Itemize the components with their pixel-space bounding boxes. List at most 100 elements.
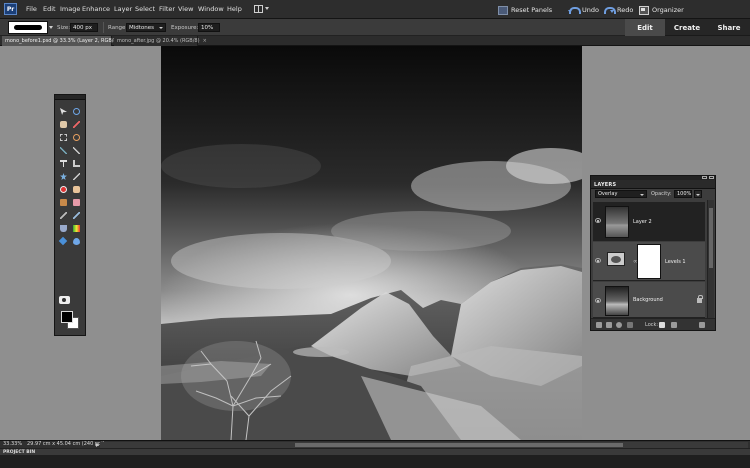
menu-enhance[interactable]: Enhance xyxy=(82,5,110,13)
brush-picker-chevron-icon[interactable] xyxy=(49,26,53,29)
project-bin-bar[interactable]: PROJECT BIN xyxy=(0,448,750,455)
menu-select[interactable]: Select xyxy=(135,5,155,13)
panel-bin-area xyxy=(0,455,750,468)
range-select[interactable]: Midtones xyxy=(126,23,166,32)
layer-row-background[interactable]: Background xyxy=(593,282,705,318)
doc-tab-label: mono_before1.psd @ 33.3% (Layer 2, RGB/8… xyxy=(5,38,123,44)
visibility-eye-icon[interactable] xyxy=(595,218,601,223)
menu-help[interactable]: Help xyxy=(227,5,242,13)
options-divider xyxy=(103,22,104,33)
arrange-layout-button[interactable] xyxy=(254,4,270,14)
layer-thumbnail xyxy=(605,206,629,238)
tool-options-bar: Size: 400 px Range: Midtones Exposure: 1… xyxy=(0,19,625,36)
smart-brush-tool-icon[interactable] xyxy=(71,210,82,221)
document-size: 29.97 cm x 45.04 cm (240 ppi) xyxy=(27,441,105,447)
layer-row-levels-1[interactable]: ∞ Levels 1 xyxy=(593,242,705,281)
organizer-button[interactable]: Organizer xyxy=(638,4,684,15)
crop-tool-icon[interactable] xyxy=(71,158,82,169)
new-layer-icon[interactable] xyxy=(596,322,602,328)
doc-tab-mono-after[interactable]: mono_after.jpg @ 20.4% (RGB/8) × xyxy=(114,36,207,46)
hand-tool-icon[interactable] xyxy=(58,119,69,130)
blur-tool-icon[interactable] xyxy=(71,236,82,247)
spot-healing-tool-icon[interactable] xyxy=(71,184,82,195)
doc-tab-mono-before[interactable]: mono_before1.psd @ 33.3% (Layer 2, RGB/8… xyxy=(2,36,130,46)
tab-create[interactable]: Create xyxy=(667,19,707,36)
foreground-color-swatch[interactable] xyxy=(61,311,73,323)
lock-label: Lock: xyxy=(645,322,659,328)
gradient-tool-icon[interactable] xyxy=(71,223,82,234)
add-mask-icon[interactable] xyxy=(627,322,633,328)
menu-image[interactable]: Image xyxy=(60,5,80,13)
scrollbar-thumb[interactable] xyxy=(709,208,713,268)
menu-filter[interactable]: Filter xyxy=(159,5,175,13)
menu-edit[interactable]: Edit xyxy=(43,5,56,13)
brush-tool-icon[interactable] xyxy=(58,210,69,221)
layers-footer: Lock: xyxy=(591,318,715,330)
lock-all-icon[interactable] xyxy=(671,322,677,328)
cookie-cutter-tool-icon[interactable] xyxy=(58,171,69,182)
clone-stamp-tool-icon[interactable] xyxy=(58,197,69,208)
layer-thumbnail xyxy=(605,286,629,316)
quick-selection-tool-icon[interactable] xyxy=(71,145,82,156)
opacity-input[interactable]: 100% xyxy=(674,190,692,198)
exposure-label: Exposure: xyxy=(171,25,199,31)
marquee-tool-icon[interactable] xyxy=(58,132,69,143)
eyedropper-tool-icon[interactable] xyxy=(71,119,82,130)
layer-name[interactable]: Background xyxy=(633,297,663,303)
menu-file[interactable]: File xyxy=(26,5,37,13)
opacity-slider-button[interactable] xyxy=(694,190,702,198)
app-logo[interactable]: Pr xyxy=(4,3,17,15)
magic-wand-tool-icon[interactable] xyxy=(58,145,69,156)
menu-layer[interactable]: Layer xyxy=(114,5,132,13)
straighten-tool-icon[interactable] xyxy=(71,171,82,182)
levels-adjustment-icon xyxy=(607,252,625,266)
layer-name[interactable]: Levels 1 xyxy=(665,259,686,265)
layout-grid-icon xyxy=(254,5,263,13)
layers-panel-title: LAYERS xyxy=(594,182,617,188)
status-menu-icon[interactable] xyxy=(96,443,99,447)
collapse-panel-icon[interactable] xyxy=(702,176,707,179)
panel-grip[interactable] xyxy=(55,95,85,100)
lock-transparency-icon[interactable] xyxy=(659,322,665,328)
move-tool-icon[interactable] xyxy=(58,106,69,117)
close-panel-icon[interactable] xyxy=(709,176,714,179)
exposure-input[interactable]: 10% xyxy=(198,23,220,32)
canvas-image[interactable] xyxy=(161,46,582,440)
size-input[interactable]: 400 px xyxy=(70,23,98,32)
size-label: Size: xyxy=(57,25,71,31)
chevron-down-icon xyxy=(265,7,269,10)
layer-mask-thumbnail[interactable] xyxy=(637,244,661,279)
close-icon[interactable]: × xyxy=(203,38,207,44)
tab-edit[interactable]: Edit xyxy=(625,19,665,36)
visibility-eye-icon[interactable] xyxy=(595,258,601,263)
menu-view[interactable]: View xyxy=(178,5,193,13)
lock-icon xyxy=(697,295,703,303)
layers-scrollbar[interactable] xyxy=(707,200,714,318)
brush-preview[interactable] xyxy=(8,21,48,34)
blend-mode-select[interactable]: Overlay xyxy=(595,190,647,198)
lasso-tool-icon[interactable] xyxy=(71,132,82,143)
paint-bucket-tool-icon[interactable] xyxy=(58,223,69,234)
layer-name[interactable]: Layer 2 xyxy=(633,219,652,225)
adjustment-layer-icon[interactable] xyxy=(616,322,622,328)
menu-window[interactable]: Window xyxy=(198,5,224,13)
eraser-tool-icon[interactable] xyxy=(71,197,82,208)
delete-layer-icon[interactable] xyxy=(699,322,705,328)
shape-tool-icon[interactable] xyxy=(58,236,69,247)
new-group-icon[interactable] xyxy=(606,322,612,328)
reset-panels-button[interactable]: Reset Panels xyxy=(497,4,552,15)
color-swatches[interactable] xyxy=(61,311,81,331)
organizer-label: Organizer xyxy=(652,5,684,14)
red-eye-tool-icon[interactable] xyxy=(58,184,69,195)
text-tool-icon[interactable] xyxy=(58,158,69,169)
visibility-eye-icon[interactable] xyxy=(595,298,601,303)
zoom-tool-icon[interactable] xyxy=(71,106,82,117)
zoom-level[interactable]: 33.33% xyxy=(3,441,22,447)
scrollbar-thumb[interactable] xyxy=(295,443,623,447)
undo-button[interactable]: Undo xyxy=(568,4,599,15)
tab-share[interactable]: Share xyxy=(709,19,749,36)
redo-button[interactable]: Redo xyxy=(603,4,633,15)
camera-icon[interactable] xyxy=(59,296,70,304)
layer-row-layer-2[interactable]: Layer 2 xyxy=(593,202,705,241)
undo-label: Undo xyxy=(582,5,599,14)
